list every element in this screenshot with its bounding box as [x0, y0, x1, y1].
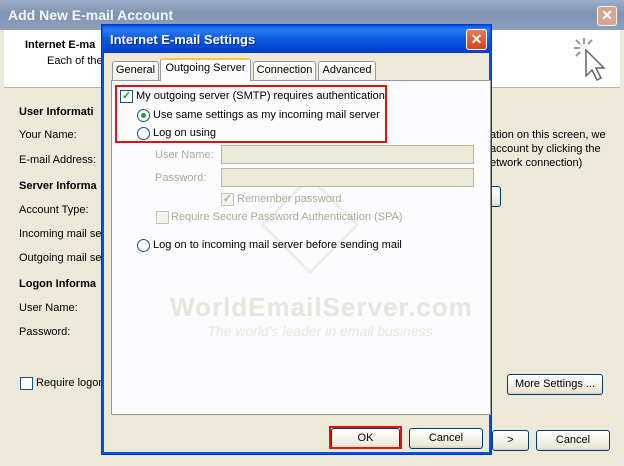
remember-password-checkbox[interactable]: ✓ [221, 193, 234, 206]
next-button[interactable]: > [492, 430, 529, 451]
wizard-cursor-icon [574, 38, 606, 82]
authentication-highlight-box [115, 85, 387, 143]
dialog-close-button[interactable]: ✕ [466, 29, 487, 50]
help-text-line-2: account by clicking the [490, 143, 601, 155]
require-logon-label: Require logon [36, 377, 105, 389]
more-settings-button[interactable]: More Settings ... [507, 374, 603, 395]
watermark-line-2: The world's leader in email business [207, 323, 433, 339]
watermark: WorldEmailServer.com The world's leader … [170, 292, 473, 339]
tab-connection[interactable]: Connection [253, 61, 316, 80]
spa-label: Require Secure Password Authentication (… [171, 211, 403, 223]
background-header-title: Internet E-ma [25, 39, 96, 51]
dialog-cancel-button[interactable]: Cancel [409, 428, 483, 449]
dialog-password-label: Password: [155, 172, 207, 184]
watermark-line-1: WorldEmailServer.com [170, 292, 473, 322]
dialog-password-input[interactable] [221, 168, 474, 187]
dialog-user-name-input[interactable] [221, 145, 474, 164]
log-on-incoming-label: Log on to incoming mail server before se… [153, 239, 402, 251]
background-header-subtitle: Each of the [47, 55, 103, 67]
spa-checkbox[interactable] [156, 211, 169, 224]
account-type-label: Account Type: [19, 204, 89, 216]
background-cancel-button[interactable]: Cancel [536, 430, 610, 451]
help-text-line-1: ation on this screen, we [490, 129, 606, 141]
remember-password-label: Remember password [237, 193, 342, 205]
dialog-title: Internet E-mail Settings [103, 26, 490, 53]
background-close-button[interactable]: ✕ [597, 6, 617, 26]
require-logon-checkbox[interactable] [20, 377, 33, 390]
logon-info-section-heading: Logon Informa [19, 278, 96, 290]
ok-button-highlight [329, 426, 402, 449]
help-text-line-3: etwork connection) [490, 157, 583, 169]
user-info-section-heading: User Informati [19, 106, 94, 118]
your-name-label: Your Name: [19, 129, 77, 141]
logon-password-label: Password: [19, 326, 71, 338]
tab-general[interactable]: General [112, 61, 159, 80]
server-info-section-heading: Server Informa [19, 180, 97, 192]
outgoing-server-label: Outgoing mail ser [19, 252, 106, 264]
log-on-incoming-radio[interactable] [137, 239, 150, 252]
email-address-label: E-mail Address: [19, 154, 97, 166]
tab-outgoing-server[interactable]: Outgoing Server [160, 58, 251, 81]
incoming-server-label: Incoming mail ser [19, 228, 106, 240]
test-account-settings-button-edge[interactable] [491, 186, 501, 207]
logon-user-name-label: User Name: [19, 302, 78, 314]
tab-advanced[interactable]: Advanced [318, 61, 376, 80]
dialog-user-name-label: User Name: [155, 149, 214, 161]
